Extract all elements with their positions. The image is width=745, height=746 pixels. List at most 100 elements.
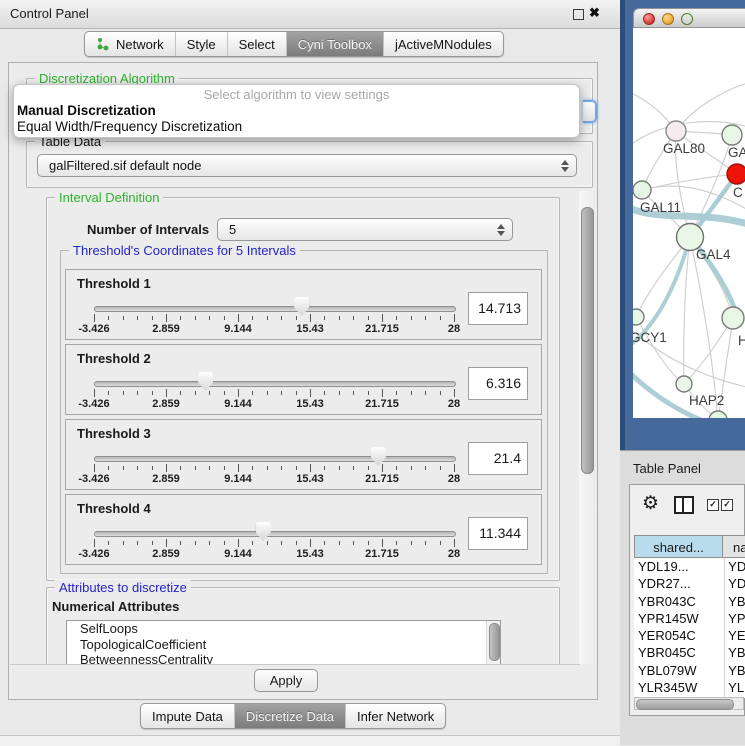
tick-mark	[166, 539, 167, 547]
slider-track[interactable]	[94, 531, 456, 537]
network-node[interactable]	[722, 125, 742, 145]
slider-tick-labels: -3.4262.8599.14415.4321.71528	[94, 473, 454, 485]
slider-track[interactable]	[94, 456, 456, 462]
tab-select[interactable]: Select	[228, 32, 287, 56]
tick-mark	[123, 391, 124, 395]
checkbox-icon[interactable]: ✓	[707, 499, 719, 511]
tab-network[interactable]: Network	[85, 32, 176, 56]
thresholds-group-title: Threshold's Coordinates for 5 Intervals	[69, 243, 300, 258]
table-data-combobox[interactable]: galFiltered.sif default node	[37, 154, 577, 177]
attribute-item[interactable]: SelfLoops	[67, 621, 500, 637]
close-icon[interactable]: ✖	[589, 5, 600, 21]
table-row[interactable]: YDL19...YDL19...	[634, 558, 745, 575]
network-node[interactable]	[633, 181, 651, 199]
tick-mark	[440, 391, 441, 395]
tick-mark	[267, 391, 268, 395]
attribute-item[interactable]: BetweennessCentrality	[67, 652, 500, 665]
tick-mark	[180, 316, 181, 320]
threshold-panel-3: Threshold 3-3.4262.8599.14415.4321.71528…	[65, 419, 542, 490]
network-node[interactable]	[709, 411, 727, 418]
threshold-value-input[interactable]: 21.4	[468, 442, 528, 475]
network-node[interactable]	[676, 376, 692, 392]
table-row[interactable]: YER054CYER054C	[634, 627, 745, 644]
popup-item-equal-width[interactable]: Equal Width/Frequency Discretization	[14, 119, 579, 135]
close-traffic-light[interactable]	[643, 13, 655, 25]
cell-name: YLR345W	[725, 679, 745, 696]
slider-ticks	[94, 314, 454, 323]
column-header-shared-name[interactable]: shared...	[634, 535, 723, 558]
tick-mark	[382, 314, 383, 322]
interval-definition-group: Interval Definition Number of Intervals …	[46, 197, 560, 581]
network-view-frame: GAL80GACGAL11GAL4GCY1HHAP2	[620, 0, 745, 450]
tab-jactivemnodules[interactable]: jActiveMNodules	[384, 32, 503, 56]
table-row[interactable]: YDR27...YDR27...	[634, 575, 745, 592]
tick-mark	[425, 316, 426, 320]
network-node[interactable]	[666, 121, 686, 141]
checkbox-icon[interactable]: ✓	[721, 499, 733, 511]
float-window-icon[interactable]	[573, 9, 584, 20]
columns-icon[interactable]	[674, 496, 694, 514]
tick-mark	[94, 389, 95, 397]
threshold-panel-2: Threshold 2-3.4262.8599.14415.4321.71528…	[65, 344, 542, 415]
tick-mark	[209, 391, 210, 395]
scrollbar-thumb[interactable]	[489, 623, 500, 661]
tab-style[interactable]: Style	[176, 32, 228, 56]
bottom-tab-infer-network[interactable]: Infer Network	[346, 704, 445, 728]
scrollbar-thumb[interactable]	[581, 207, 594, 474]
minimize-traffic-light[interactable]	[662, 13, 674, 25]
cell-name: YBR043C	[725, 593, 745, 610]
bottom-tab-discretize-data[interactable]: Discretize Data	[235, 704, 346, 728]
settings-gear-icon[interactable]: ⚙	[642, 493, 659, 515]
table-row[interactable]: YPR145WYPR145W	[634, 610, 745, 627]
tick-label: 9.144	[210, 323, 266, 335]
network-node-label: GAL11	[640, 200, 681, 215]
network-node[interactable]	[722, 307, 744, 329]
popup-item-manual-discretization[interactable]: Manual Discretization	[14, 103, 579, 119]
network-node[interactable]	[633, 309, 644, 325]
scrollbar-thumb[interactable]	[636, 699, 734, 710]
tick-mark	[137, 391, 138, 395]
column-header-name[interactable]: na	[723, 535, 745, 558]
threshold-value-input[interactable]: 6.316	[468, 367, 528, 400]
algorithm-combobox[interactable]	[583, 100, 597, 123]
top-tabbar: NetworkStyleSelectCyni ToolboxjActiveMNo…	[84, 31, 504, 57]
bottom-tab-impute-data[interactable]: Impute Data	[141, 704, 235, 728]
table-row[interactable]: YLR345WYLR345W	[634, 679, 745, 696]
threshold-value-input[interactable]: 14.713	[468, 292, 528, 325]
cell-name: YBR045C	[725, 644, 745, 661]
bottom-strip	[0, 735, 620, 746]
tick-mark	[296, 391, 297, 395]
network-node[interactable]	[727, 164, 745, 184]
tick-mark	[411, 316, 412, 320]
numerical-attributes-label: Numerical Attributes	[52, 599, 179, 614]
slider-track[interactable]	[94, 381, 456, 387]
slider-ticks	[94, 464, 454, 473]
zoom-traffic-light[interactable]	[681, 13, 693, 25]
attribute-item[interactable]: TopologicalCoefficient	[67, 637, 500, 653]
tab-cyni-toolbox[interactable]: Cyni Toolbox	[287, 32, 384, 56]
tick-label: -3.426	[66, 473, 122, 485]
panel-scrollbar[interactable]	[579, 191, 595, 664]
tick-mark	[238, 464, 239, 472]
slider-track[interactable]	[94, 306, 456, 312]
number-of-intervals-combobox[interactable]: 5	[217, 218, 513, 241]
tick-label: 15.43	[282, 323, 338, 335]
table-row[interactable]: YBL079WYBL079W	[634, 662, 745, 679]
numerical-attributes-list: SelfLoopsTopologicalCoefficientBetweenne…	[66, 620, 501, 665]
tick-label: 15.43	[282, 548, 338, 560]
network-canvas[interactable]: GAL80GACGAL11GAL4GCY1HHAP2	[633, 28, 745, 418]
slider-tick-labels: -3.4262.8599.14415.4321.71528	[94, 323, 454, 335]
network-node-label: GCY1	[633, 330, 667, 345]
threshold-panel-4: Threshold 4-3.4262.8599.14415.4321.71528…	[65, 494, 542, 565]
list-scrollbar[interactable]	[486, 621, 500, 665]
apply-button[interactable]: Apply	[254, 669, 318, 692]
tick-mark	[152, 316, 153, 320]
table-hscrollbar[interactable]	[634, 697, 744, 710]
network-window-titlebar	[633, 8, 745, 28]
tick-mark	[296, 466, 297, 470]
table-row[interactable]: YBR043CYBR043C	[634, 593, 745, 610]
table-row[interactable]: YBR045CYBR045C	[634, 644, 745, 661]
network-node-label: H	[738, 333, 745, 348]
tick-mark	[267, 541, 268, 545]
threshold-value-input[interactable]: 11.344	[468, 517, 528, 550]
